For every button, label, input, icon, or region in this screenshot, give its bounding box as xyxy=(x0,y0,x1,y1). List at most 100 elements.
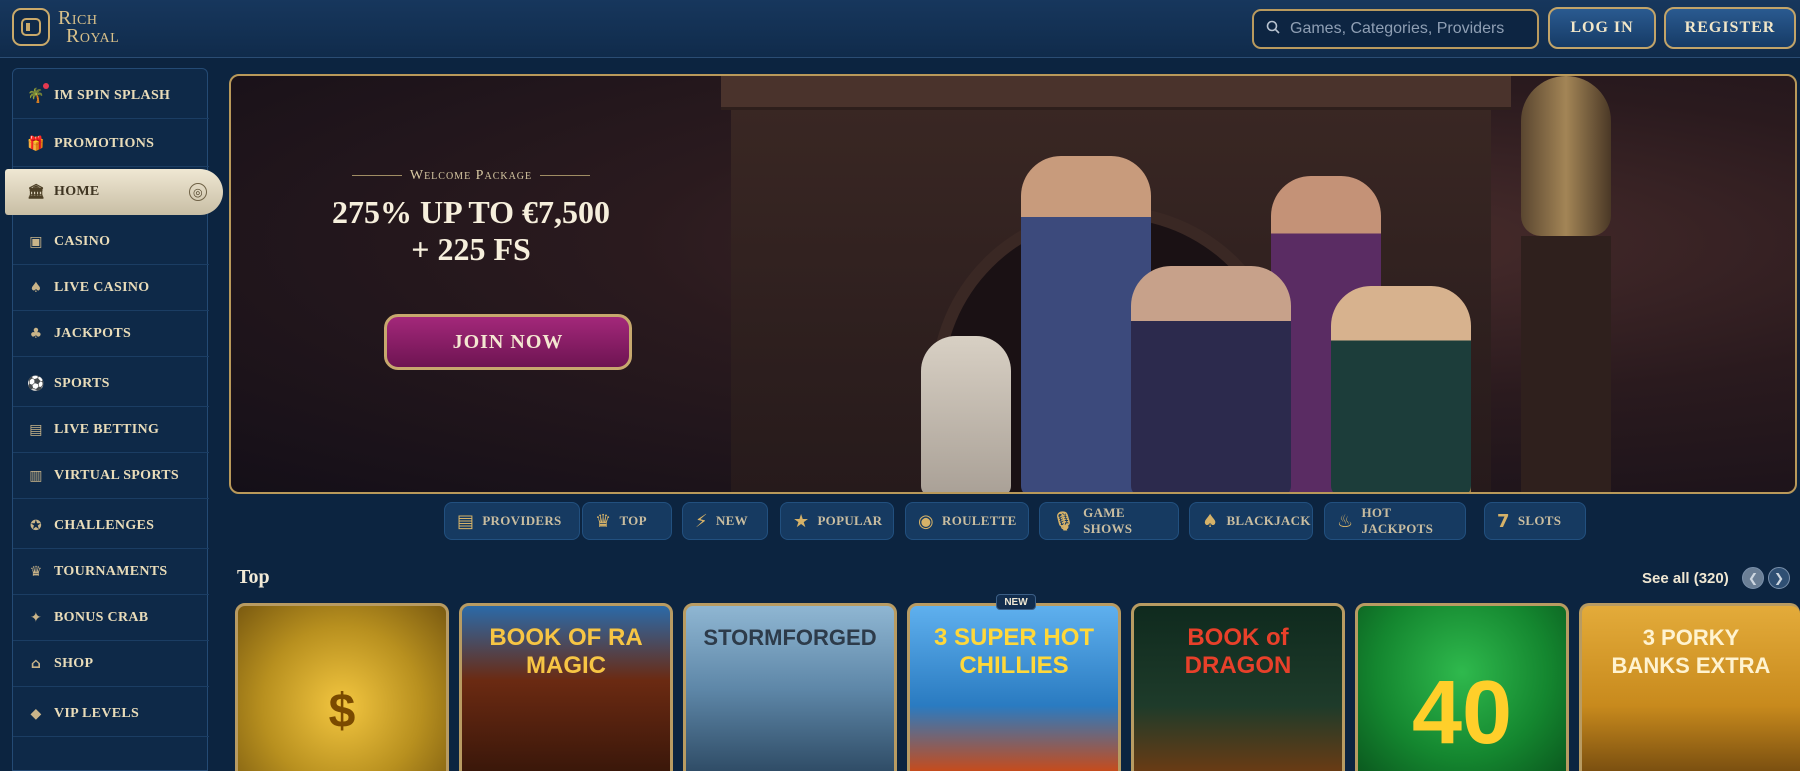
hot-jackpot-icon: ♨ xyxy=(1337,510,1354,532)
sidebar-item-label: LIVE BETTING xyxy=(54,421,160,437)
welcome-subtitle: Welcome Package xyxy=(231,168,711,184)
tab-blackjack[interactable]: ♠ BLACKJACK xyxy=(1189,502,1313,540)
slots-777-icon: 7 xyxy=(1497,510,1510,532)
tab-top[interactable]: ♛ TOP xyxy=(582,502,672,540)
register-button[interactable]: REGISTER xyxy=(1664,7,1796,49)
star-icon: ★ xyxy=(793,510,810,532)
sidebar-item-casino[interactable]: ▣ CASINO xyxy=(13,219,209,265)
search-input[interactable] xyxy=(1290,20,1530,38)
sidebar-item-label: SHOP xyxy=(54,655,94,671)
palm-tree-icon: 🌴 xyxy=(27,87,45,104)
sidebar-item-im-spin-splash[interactable]: 🌴 IM SPIN SPLASH xyxy=(13,73,209,119)
sidebar-item-label: VIRTUAL SPORTS xyxy=(54,467,179,483)
site-logo[interactable]: Rich Royal xyxy=(12,8,119,46)
chevron-right-icon: ❯ xyxy=(1773,571,1785,585)
banner-dog-image xyxy=(921,336,1011,492)
sidebar-item-label: CASINO xyxy=(54,233,111,249)
sidebar-item-shop[interactable]: ⌂ SHOP xyxy=(13,641,209,687)
see-all-link[interactable]: See all (320) xyxy=(1642,570,1729,587)
join-now-button[interactable]: JOIN NOW xyxy=(384,314,632,370)
sidebar-item-virtual-sports[interactable]: ▥ VIRTUAL SPORTS xyxy=(13,453,209,499)
game-tile-title: 3 PORKY BANKS EXTRA xyxy=(1611,625,1771,678)
game-tile-title: 3 SUPER HOT CHILLIES xyxy=(933,624,1095,679)
sidebar-item-live-betting[interactable]: ▤ LIVE BETTING xyxy=(13,407,209,453)
game-tile[interactable]: STORMFORGED xyxy=(683,603,897,771)
carousel-prev-button[interactable]: ❮ xyxy=(1742,567,1764,589)
tab-new[interactable]: ⚡ NEW xyxy=(682,502,768,540)
hero-banner[interactable]: Welcome Package 275% UP TO €7,500 + 225 … xyxy=(229,74,1797,494)
banner-character-image xyxy=(1131,266,1291,492)
game-tile[interactable]: $ xyxy=(235,603,449,771)
game-tile-title: BOOK OF RA MAGIC xyxy=(489,624,643,679)
microphone-icon: 🎙 xyxy=(1052,510,1076,532)
sidebar-item-vip-levels[interactable]: ◆ VIP LEVELS xyxy=(13,691,209,737)
medal-icon: ✪ xyxy=(29,517,43,534)
providers-icon: ▤ xyxy=(457,510,475,532)
ball-icon: ⚽ xyxy=(27,375,45,392)
home-emblem-icon: ◎ xyxy=(189,183,207,201)
trophy-icon: ♛ xyxy=(29,563,43,580)
roulette-icon: ◉ xyxy=(918,510,935,532)
clover-icon: ♣ xyxy=(29,325,43,342)
tab-hot-jackpots[interactable]: ♨ HOT JACKPOTS xyxy=(1324,502,1466,540)
basket-icon: ⌂ xyxy=(30,655,42,672)
chevron-left-icon: ❮ xyxy=(1747,571,1759,585)
sidebar-item-challenges[interactable]: ✪ CHALLENGES xyxy=(13,503,209,549)
live-screen-icon: ▤ xyxy=(29,421,43,438)
welcome-offer: Welcome Package 275% UP TO €7,500 + 225 … xyxy=(231,168,711,268)
game-tile[interactable]: 3 SUPER HOT CHILLIES xyxy=(907,603,1121,771)
slot-machine-icon: ▣ xyxy=(29,233,43,250)
gift-icon: 🎁 xyxy=(27,135,45,152)
sidebar-item-label: HOME xyxy=(54,184,100,199)
sidebar-item-label: CHALLENGES xyxy=(54,517,155,533)
sidebar-nav: 🌴 IM SPIN SPLASH 🎁 PROMOTIONS 🏛 HOME ◎ ▣… xyxy=(5,68,223,771)
diamond-icon: ◆ xyxy=(30,705,42,722)
banner-pillar-image xyxy=(1521,236,1611,492)
sidebar-item-jackpots[interactable]: ♣ JACKPOTS xyxy=(13,311,209,357)
tab-game-shows[interactable]: 🎙 GAME SHOWS xyxy=(1039,502,1179,540)
tab-providers[interactable]: ▤ PROVIDERS xyxy=(444,502,580,540)
virtual-screen-icon: ▥ xyxy=(29,467,43,484)
logo-badge-icon xyxy=(12,8,50,46)
banner-vase-image xyxy=(1521,76,1611,236)
new-badge: NEW xyxy=(996,594,1036,610)
sidebar-item-label: VIP LEVELS xyxy=(54,705,140,721)
tab-slots[interactable]: 7 SLOTS xyxy=(1484,502,1586,540)
section-title-top: Top xyxy=(237,566,270,588)
game-tile[interactable]: 40 xyxy=(1355,603,1569,771)
banner-mantel-image xyxy=(721,76,1511,110)
login-button[interactable]: LOG IN xyxy=(1548,7,1656,49)
banner-character-image xyxy=(1331,286,1471,492)
cards-icon: ♠ xyxy=(29,279,43,296)
sidebar-item-label: JACKPOTS xyxy=(54,325,132,341)
game-tile-title: BOOK of DRAGON xyxy=(1184,624,1292,679)
notification-dot xyxy=(43,83,49,89)
sidebar-item-label: LIVE CASINO xyxy=(54,279,150,295)
game-tile[interactable]: 3 PORKY BANKS EXTRA xyxy=(1579,603,1800,771)
crab-icon: ✦ xyxy=(29,609,43,626)
crown-icon: ♛ xyxy=(595,510,612,532)
game-tile-title: $ xyxy=(328,685,356,738)
game-tile-title: 40 xyxy=(1411,663,1513,763)
sidebar-item-label: TOURNAMENTS xyxy=(54,563,168,579)
sidebar-item-bonus-crab[interactable]: ✦ BONUS CRAB xyxy=(13,595,209,641)
lightning-icon: ⚡ xyxy=(695,510,708,532)
tab-roulette[interactable]: ◉ ROULETTE xyxy=(905,502,1029,540)
carousel-next-button[interactable]: ❯ xyxy=(1768,567,1790,589)
sidebar-item-label: BONUS CRAB xyxy=(54,609,149,625)
sidebar-item-promotions[interactable]: 🎁 PROMOTIONS xyxy=(13,121,209,167)
sidebar-item-sports[interactable]: ⚽ SPORTS xyxy=(13,361,209,407)
game-tile[interactable]: BOOK OF RA MAGIC xyxy=(459,603,673,771)
blackjack-cards-icon: ♠ xyxy=(1202,510,1219,532)
sidebar-item-tournaments[interactable]: ♛ TOURNAMENTS xyxy=(13,549,209,595)
search-box[interactable] xyxy=(1252,9,1539,49)
sidebar-item-label: SPORTS xyxy=(54,375,110,391)
game-tile[interactable]: BOOK of DRAGON xyxy=(1131,603,1345,771)
tab-popular[interactable]: ★ POPULAR xyxy=(780,502,894,540)
sidebar-item-home[interactable]: 🏛 HOME ◎ xyxy=(5,169,223,215)
sidebar-item-live-casino[interactable]: ♠ LIVE CASINO xyxy=(13,265,209,311)
welcome-title: 275% UP TO €7,500 + 225 FS xyxy=(332,194,610,267)
search-icon xyxy=(1266,20,1280,39)
logo-wordmark: Rich Royal xyxy=(58,7,120,47)
sidebar-item-label: IM SPIN SPLASH xyxy=(54,87,171,103)
